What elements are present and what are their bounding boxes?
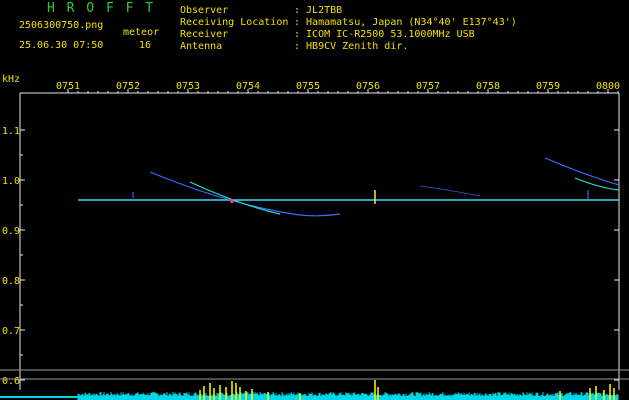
meteor-trace	[149, 171, 341, 217]
y-tick-label: 0.6	[2, 376, 20, 387]
x-tick-label: 0755	[296, 81, 320, 92]
y-tick-label: 0.9	[2, 226, 20, 237]
y-tick-label: 0.8	[2, 276, 20, 287]
x-tick-label: 0751	[56, 81, 80, 92]
x-tick-label: 0756	[356, 81, 380, 92]
y-tick-label: 1.1	[2, 126, 20, 137]
x-tick-label: 0752	[116, 81, 140, 92]
meteor-trace	[419, 185, 481, 197]
x-tick-label: 0758	[476, 81, 500, 92]
meteor-trace	[574, 177, 620, 191]
y-tick-label: 0.7	[2, 326, 20, 337]
x-tick-label: 0754	[236, 81, 260, 92]
x-tick-label: 0800	[596, 81, 620, 92]
x-tick-label: 0759	[536, 81, 560, 92]
spectrogram-plot: 0751 0752 0753 0754 0755 0756 0757 0758 0759 0800…	[0, 81, 629, 400]
meteor-head	[230, 199, 234, 203]
x-tick-label: 0753	[176, 81, 200, 92]
y-tick-label: 1.0	[2, 176, 20, 187]
x-tick-label: 0757	[416, 81, 440, 92]
